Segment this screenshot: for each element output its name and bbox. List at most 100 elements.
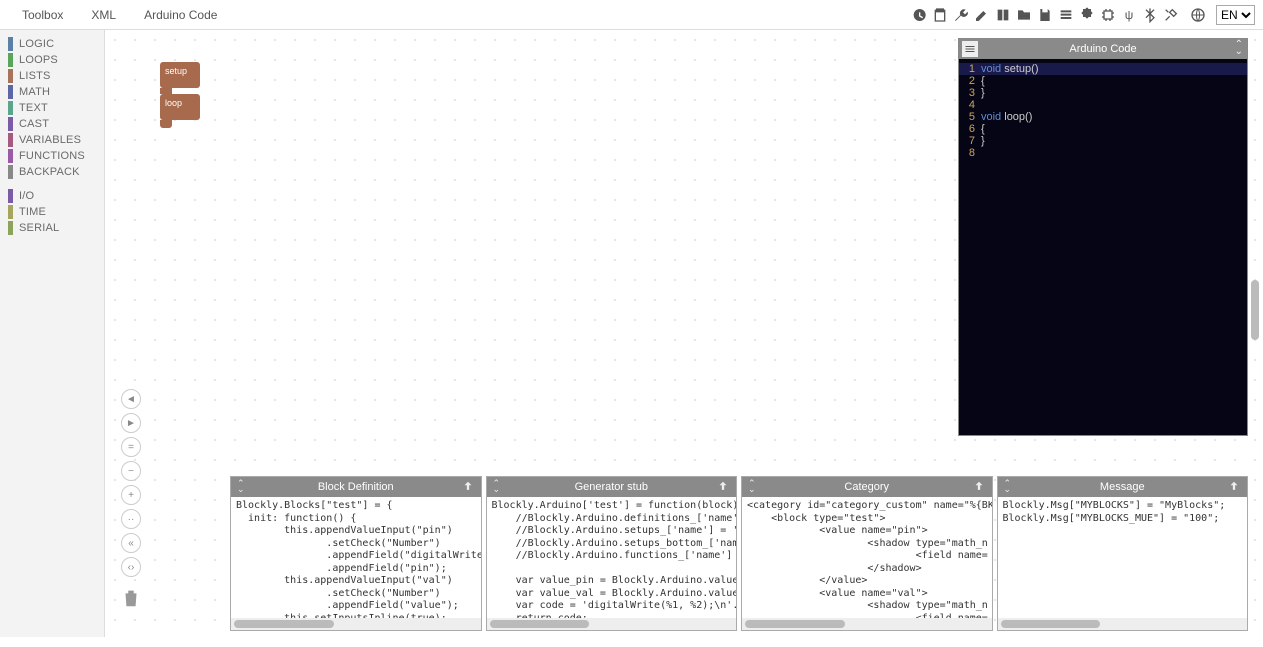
upload-icon[interactable] bbox=[972, 480, 986, 494]
arduino-code-title: Arduino Code bbox=[1069, 43, 1136, 55]
cat-io[interactable]: I/O bbox=[0, 188, 104, 204]
upload-icon[interactable] bbox=[461, 480, 475, 494]
cat-functions[interactable]: FUNCTIONS bbox=[0, 148, 104, 164]
panel-code[interactable]: Blockly.Blocks["test"] = { init: functio… bbox=[231, 497, 481, 618]
cat-text[interactable]: TEXT bbox=[0, 100, 104, 116]
ws-undo-button[interactable]: ◄ bbox=[121, 389, 141, 409]
wrench-icon[interactable] bbox=[952, 6, 970, 24]
swatch-icon bbox=[8, 53, 13, 67]
trash-icon[interactable] bbox=[120, 587, 142, 612]
panel-code[interactable]: <category id="category_custom" name="%{B… bbox=[742, 497, 992, 618]
main: LOGIC LOOPS LISTS MATH TEXT CAST VARIABL… bbox=[0, 30, 1263, 637]
history-icon[interactable] bbox=[910, 6, 928, 24]
chip-icon[interactable] bbox=[1099, 6, 1117, 24]
panel-block-definition: ⌃⌄ Block Definition Blockly.Blocks["test… bbox=[230, 476, 482, 631]
code-line: 3} bbox=[959, 87, 1247, 99]
cat-label: TIME bbox=[19, 206, 46, 218]
ws-collapse-button[interactable]: « bbox=[121, 533, 141, 553]
arduino-code-header[interactable]: Arduino Code ⌃⌄ bbox=[959, 39, 1247, 59]
block-loop-label: loop bbox=[165, 98, 182, 108]
cat-label: LOOPS bbox=[19, 54, 58, 66]
upload-icon[interactable] bbox=[716, 480, 730, 494]
cat-variables[interactable]: VARIABLES bbox=[0, 132, 104, 148]
code-line: 5void loop() bbox=[959, 111, 1247, 123]
arduino-code-panel: Arduino Code ⌃⌄ 1void setup()2{3}45void … bbox=[958, 38, 1248, 436]
cat-backpack[interactable]: BACKPACK bbox=[0, 164, 104, 180]
cat-label: MATH bbox=[19, 86, 50, 98]
h-scrollbar[interactable] bbox=[487, 618, 737, 630]
panel-code[interactable]: Blockly.Msg["MYBLOCKS"] = "MyBlocks"; Bl… bbox=[998, 497, 1248, 618]
hamburger-icon[interactable] bbox=[962, 41, 978, 57]
swatch-icon bbox=[8, 133, 13, 147]
cat-math[interactable]: MATH bbox=[0, 84, 104, 100]
tools-icon[interactable] bbox=[1162, 6, 1180, 24]
ws-zoom-in-button[interactable]: + bbox=[121, 485, 141, 505]
panel-header[interactable]: ⌃⌄ Message bbox=[998, 477, 1248, 497]
panel-title: Generator stub bbox=[575, 481, 648, 493]
panel-title: Message bbox=[1100, 481, 1145, 493]
updown-icon[interactable]: ⌃⌄ bbox=[748, 480, 756, 492]
menu-xml[interactable]: XML bbox=[77, 3, 130, 27]
cat-label: VARIABLES bbox=[19, 134, 81, 146]
block-setup[interactable]: setup bbox=[160, 62, 200, 88]
menu-left: Toolbox XML Arduino Code bbox=[8, 3, 231, 27]
cat-label: TEXT bbox=[19, 102, 48, 114]
puzzle-icon[interactable] bbox=[1078, 6, 1096, 24]
clipboard-icon[interactable] bbox=[931, 6, 949, 24]
pencil-icon[interactable] bbox=[973, 6, 991, 24]
setup-loop-block[interactable]: setup loop bbox=[160, 62, 200, 128]
menu-toolbox[interactable]: Toolbox bbox=[8, 3, 77, 27]
updown-icon[interactable]: ⌃⌄ bbox=[1235, 41, 1243, 55]
panel-header[interactable]: ⌃⌄ Generator stub bbox=[487, 477, 737, 497]
arduino-code-body[interactable]: 1void setup()2{3}45void loop()6{7}8 bbox=[959, 59, 1247, 163]
swatch-icon bbox=[8, 189, 13, 203]
ws-zoom-out-button[interactable]: − bbox=[121, 461, 141, 481]
menu-arduino-code[interactable]: Arduino Code bbox=[130, 3, 231, 27]
panel-header[interactable]: ⌃⌄ Category bbox=[742, 477, 992, 497]
cat-logic[interactable]: LOGIC bbox=[0, 36, 104, 52]
panel-code[interactable]: Blockly.Arduino['test'] = function(block… bbox=[487, 497, 737, 618]
category-sidebar: LOGIC LOOPS LISTS MATH TEXT CAST VARIABL… bbox=[0, 30, 105, 637]
cat-label: LOGIC bbox=[19, 38, 54, 50]
h-scrollbar[interactable] bbox=[998, 618, 1248, 630]
toolbar: ψ EN bbox=[910, 5, 1255, 25]
updown-icon[interactable]: ⌃⌄ bbox=[237, 480, 245, 492]
folder-icon[interactable] bbox=[1015, 6, 1033, 24]
swatch-icon bbox=[8, 117, 13, 131]
ws-dots-button[interactable]: ·· bbox=[121, 509, 141, 529]
v-scrollbar[interactable] bbox=[1251, 280, 1261, 420]
cat-loops[interactable]: LOOPS bbox=[0, 52, 104, 68]
cat-serial[interactable]: SERIAL bbox=[0, 220, 104, 236]
swatch-icon bbox=[8, 37, 13, 51]
updown-icon[interactable]: ⌃⌄ bbox=[493, 480, 501, 492]
cat-cast[interactable]: CAST bbox=[0, 116, 104, 132]
ws-expand-button[interactable]: ‹› bbox=[121, 557, 141, 577]
bottom-panels: ⌃⌄ Block Definition Blockly.Blocks["test… bbox=[230, 476, 1248, 631]
blockly-workspace[interactable]: setup loop ◄ ► = − + ·· « ‹› Arduino Cod… bbox=[105, 30, 1263, 637]
panel-generator-stub: ⌃⌄ Generator stub Blockly.Arduino['test'… bbox=[486, 476, 738, 631]
cat-lists[interactable]: LISTS bbox=[0, 68, 104, 84]
panel-header[interactable]: ⌃⌄ Block Definition bbox=[231, 477, 481, 497]
h-scrollbar[interactable] bbox=[742, 618, 992, 630]
book-icon[interactable] bbox=[994, 6, 1012, 24]
h-scrollbar[interactable] bbox=[231, 618, 481, 630]
save-icon[interactable] bbox=[1036, 6, 1054, 24]
code-line: 4 bbox=[959, 99, 1247, 111]
upload-icon[interactable] bbox=[1227, 480, 1241, 494]
panel-title: Category bbox=[844, 481, 889, 493]
list-icon[interactable] bbox=[1057, 6, 1075, 24]
block-loop[interactable]: loop bbox=[160, 94, 200, 120]
globe-icon[interactable] bbox=[1189, 6, 1207, 24]
ws-center-button[interactable]: = bbox=[121, 437, 141, 457]
cat-label: I/O bbox=[19, 190, 34, 202]
code-line: 7} bbox=[959, 135, 1247, 147]
language-select[interactable]: EN bbox=[1216, 5, 1255, 25]
bluetooth-icon[interactable] bbox=[1141, 6, 1159, 24]
code-line: 8 bbox=[959, 147, 1247, 159]
swatch-icon bbox=[8, 69, 13, 83]
swatch-icon bbox=[8, 149, 13, 163]
psi-icon[interactable]: ψ bbox=[1120, 6, 1138, 24]
updown-icon[interactable]: ⌃⌄ bbox=[1004, 480, 1012, 492]
ws-redo-button[interactable]: ► bbox=[121, 413, 141, 433]
cat-time[interactable]: TIME bbox=[0, 204, 104, 220]
